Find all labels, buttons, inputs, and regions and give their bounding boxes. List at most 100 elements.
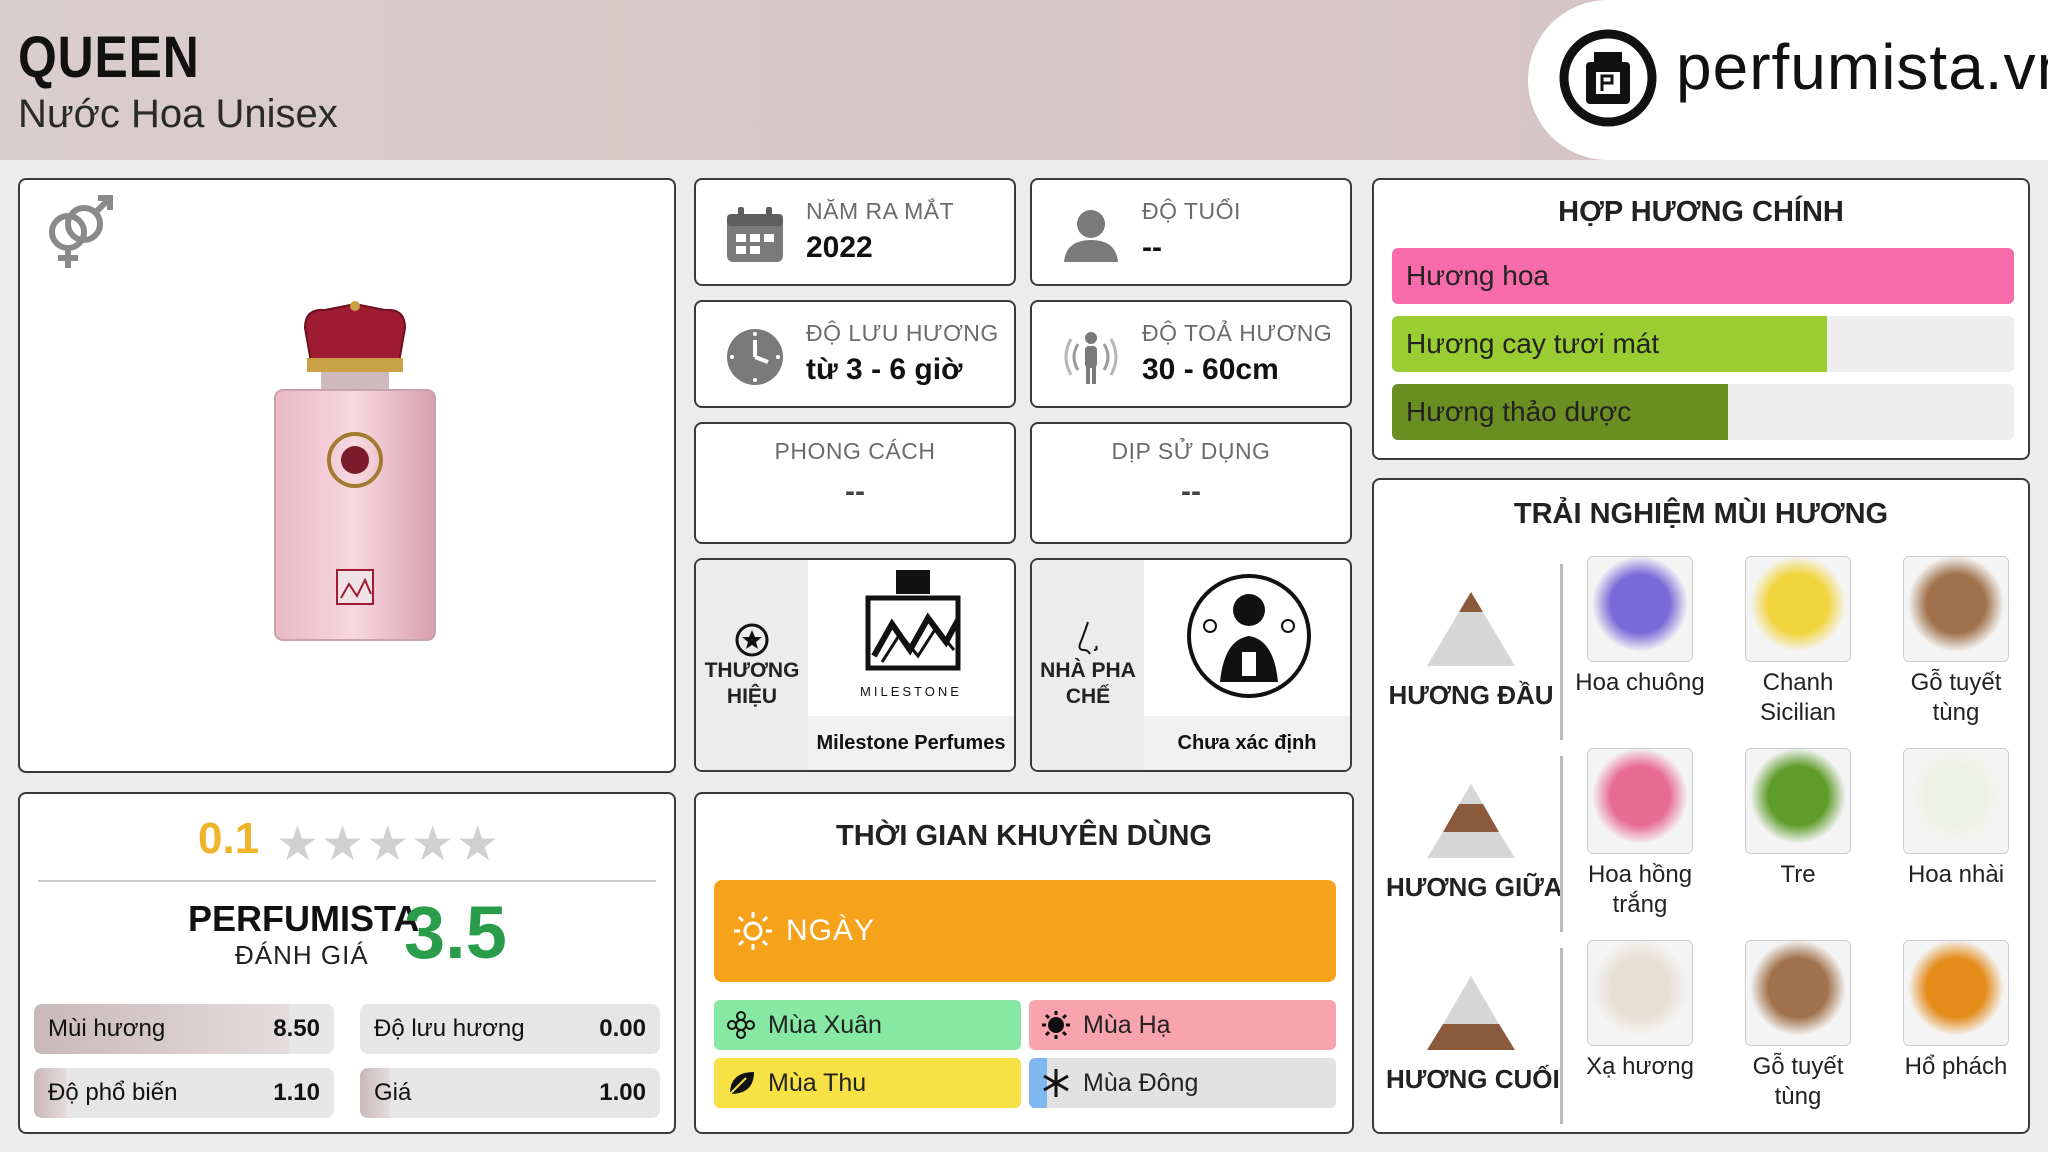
note-image [1745, 556, 1851, 662]
perfumer-image [1187, 574, 1311, 698]
season-fill [1029, 1000, 1336, 1050]
star-icon[interactable]: ★ [456, 818, 501, 871]
season-bar: Mùa Hạ [1029, 1000, 1336, 1050]
brand-name: Milestone Perfumes [808, 716, 1014, 770]
occasion-card: DỊP SỬ DỤNG -- [1030, 422, 1352, 544]
tier-divider [1560, 948, 1563, 1124]
person-icon [1064, 210, 1118, 262]
note-name: Gỗ tuyết tùng [1752, 1053, 1844, 1110]
longevity-value: từ 3 - 6 giờ [806, 353, 963, 386]
accord-bar: Hương hoa [1392, 248, 2014, 304]
note-name: Gỗ tuyết tùng [1910, 669, 2002, 726]
occasion-value: -- [1181, 475, 1201, 508]
brand-label: THƯƠNG HIỆU [704, 659, 800, 708]
perfumista-sublabel: ĐÁNH GIÁ [235, 940, 369, 970]
clock-icon [727, 329, 783, 385]
season-label: Mùa Đông [1083, 1069, 1199, 1097]
accord-bar: Hương cay tươi mát [1392, 316, 2014, 372]
metric-value: 1.00 [599, 1079, 646, 1106]
note-item[interactable]: Xạ hương [1570, 940, 1710, 1082]
note-name: Hoa chuông [1575, 669, 1705, 696]
age-value: -- [1142, 231, 1162, 264]
divider [38, 880, 656, 882]
sun-icon [1042, 1011, 1070, 1039]
note-pyramid-icon [1427, 592, 1515, 666]
star-rating[interactable]: ★★★★★ [276, 816, 501, 872]
rating-metric: Độ lưu hương 0.00 [360, 1004, 660, 1054]
note-item[interactable]: Chanh Sicilian [1728, 556, 1868, 728]
star-icon[interactable]: ★ [411, 818, 456, 871]
note-tier-label: HƯƠNG ĐẦU [1388, 680, 1554, 710]
day-bar: NGÀY [714, 880, 1336, 982]
accord-label: Hương thảo dược [1406, 396, 1632, 427]
note-image [1903, 556, 2009, 662]
style-label: PHONG CÁCH [774, 438, 936, 464]
note-name: Tre [1780, 861, 1816, 888]
snowflake-icon [1043, 1069, 1069, 1097]
note-tier: HƯƠNG ĐẦU [1386, 586, 1556, 711]
star-icon[interactable]: ★ [276, 818, 321, 871]
site-logo[interactable]: perfumista.vn [1528, 0, 2048, 160]
scent-experience-card: TRẢI NGHIỆM MÙI HƯƠNG HƯƠNG ĐẦU Hoa chuôn… [1372, 478, 2030, 1134]
season-bar: Mùa Thu [714, 1058, 1021, 1108]
nose-icon [1078, 621, 1098, 655]
style-card: PHONG CÁCH -- [694, 422, 1016, 544]
main-accords-title: HỢP HƯƠNG CHÍNH [1558, 196, 1844, 228]
perfumista-label: PERFUMISTA [188, 898, 420, 939]
sillage-person-icon [1064, 332, 1118, 384]
note-pyramid-icon [1427, 784, 1515, 858]
metric-name: Độ phổ biến [48, 1079, 178, 1106]
note-image [1745, 940, 1851, 1046]
perfume-bottle-image [274, 301, 436, 641]
season-fill [714, 1058, 1021, 1108]
perfumista-score: 3.5 [404, 891, 507, 974]
note-item[interactable]: Hổ phách [1886, 940, 2026, 1082]
season-label: Mùa Hạ [1083, 1011, 1171, 1039]
metric-name: Độ lưu hương [374, 1015, 525, 1042]
page-subtitle: Nước Hoa Unisex [18, 92, 338, 136]
note-item[interactable]: Hoa chuông [1570, 556, 1710, 698]
season-label: Mùa Xuân [768, 1011, 882, 1039]
season-label: Mùa Thu [768, 1069, 867, 1097]
accord-bar: Hương thảo dược [1392, 384, 2014, 440]
rating-card: 0.1 ★★★★★ PERFUMISTA ĐÁNH GIÁ 3.5 Mùi hư… [18, 792, 676, 1134]
metric-value: 0.00 [599, 1015, 646, 1042]
star-icon[interactable]: ★ [321, 818, 366, 871]
note-tier: HƯƠNG CUỐI [1386, 970, 1560, 1095]
site-name: perfumista.vn [1676, 31, 2048, 103]
note-item[interactable]: Hoa hồng trắng [1570, 748, 1710, 920]
brand-card[interactable]: THƯƠNG HIỆU MILESTONE Milestone Perfumes [694, 558, 1016, 772]
note-item[interactable]: Tre [1728, 748, 1868, 890]
day-label: NGÀY [786, 914, 876, 947]
tier-divider [1560, 564, 1563, 740]
perfumer-label: NHÀ PHA CHẾ [1040, 659, 1136, 708]
recommended-time-title: THỜI GIAN KHUYÊN DÙNG [836, 820, 1212, 852]
user-rating-value: 0.1 [198, 814, 260, 863]
perfumer-name: Chưa xác định [1144, 716, 1350, 770]
season-bar: Mùa Xuân [714, 1000, 1021, 1050]
launch-year-label: NĂM RA MẮT [806, 198, 955, 224]
age-card: ĐỘ TUỔI -- [1030, 178, 1352, 286]
metric-value: 1.10 [273, 1079, 320, 1106]
perfume-bottle-icon [1559, 29, 1657, 127]
metric-name: Giá [374, 1079, 412, 1106]
sillage-value: 30 - 60cm [1142, 353, 1279, 386]
note-item[interactable]: Gỗ tuyết tùng [1886, 556, 2026, 728]
note-name: Hổ phách [1904, 1053, 2008, 1080]
note-tier: HƯƠNG GIỮA [1386, 778, 1563, 903]
note-image [1745, 748, 1851, 854]
note-item[interactable]: Gỗ tuyết tùng [1728, 940, 1868, 1112]
age-label: ĐỘ TUỔI [1142, 198, 1241, 224]
sillage-card: ĐỘ TOẢ HƯƠNG 30 - 60cm [1030, 300, 1352, 408]
calendar-icon [727, 207, 783, 262]
note-item[interactable]: Hoa nhài [1886, 748, 2026, 890]
note-name: Hoa nhài [1907, 861, 2005, 888]
note-name: Xạ hương [1586, 1053, 1694, 1080]
star-icon[interactable]: ★ [366, 818, 411, 871]
metric-value: 8.50 [273, 1015, 320, 1042]
note-name: Chanh Sicilian [1759, 669, 1837, 726]
flower-icon [727, 1011, 755, 1039]
note-tier-label: HƯƠNG CUỐI [1386, 1064, 1560, 1094]
recommended-time-card: THỜI GIAN KHUYÊN DÙNG NGÀY Mùa Xuân Mùa H… [694, 792, 1354, 1134]
perfumer-card[interactable]: NHÀ PHA CHẾ Chưa xác định [1030, 558, 1352, 772]
